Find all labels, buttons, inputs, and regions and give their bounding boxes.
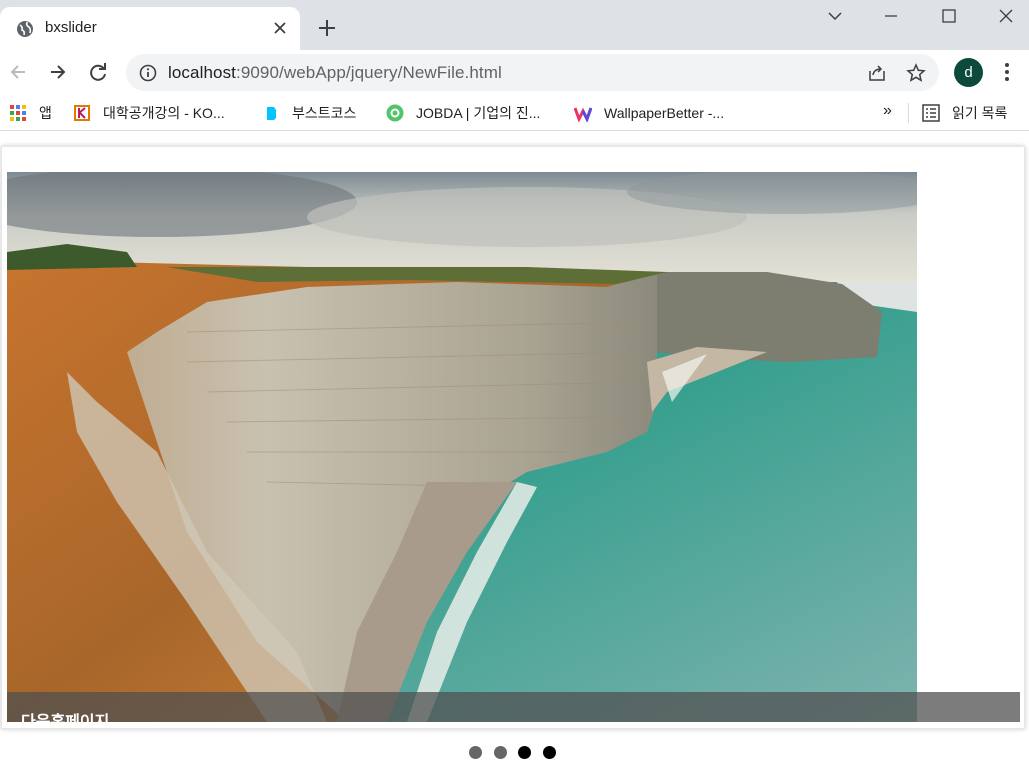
site-info-icon[interactable] <box>139 64 157 82</box>
pager-dot[interactable] <box>543 746 556 759</box>
forward-icon[interactable] <box>47 61 69 83</box>
tab-search-chevron-icon[interactable] <box>824 6 846 26</box>
share-icon[interactable] <box>867 63 887 83</box>
reading-list-button[interactable]: 읽기 목록 <box>922 103 1007 123</box>
reading-list-label: 읽기 목록 <box>952 105 1008 121</box>
bookmark-label: 앱 <box>39 105 52 121</box>
slide-caption[interactable]: 다음홈페이지 <box>21 708 109 722</box>
bookmark-apps[interactable]: 앱 <box>9 103 52 123</box>
bookmarks-overflow-button[interactable]: » <box>883 102 892 120</box>
wallpaperbetter-icon <box>574 107 592 122</box>
bookmark-star-icon[interactable] <box>906 63 926 83</box>
bookmark-jobda[interactable]: JOBDA | 기업의 진... <box>386 103 540 123</box>
back-icon[interactable] <box>7 61 29 83</box>
profile-avatar[interactable]: d <box>954 58 983 87</box>
new-tab-icon[interactable] <box>316 17 338 39</box>
browser-toolbar: localhost:9090/webApp/jquery/NewFile.htm… <box>0 50 1029 95</box>
reload-icon[interactable] <box>87 61 109 83</box>
bookmark-label: 대학공개강의 - KO... <box>103 105 225 121</box>
pager-dot[interactable] <box>518 746 531 759</box>
minimize-icon[interactable] <box>880 6 902 26</box>
bookmark-kocw[interactable]: 대학공개강의 - KO... <box>73 103 225 123</box>
close-window-icon[interactable] <box>995 6 1017 26</box>
bookmarks-divider <box>908 103 909 123</box>
pager-dot[interactable] <box>494 746 507 759</box>
jobda-icon <box>386 104 404 122</box>
bxslider-viewport: 다음홈페이지 <box>1 146 1025 729</box>
bookmarks-bar: 앱 대학공개강의 - KO... 부스트코스 JOBDA | 기업의 진... … <box>0 95 1029 131</box>
tab-title: bxslider <box>45 19 97 36</box>
maximize-icon[interactable] <box>938 6 960 26</box>
browser-tab[interactable]: bxslider <box>0 7 300 50</box>
bookmark-label: WallpaperBetter -... <box>604 105 725 121</box>
close-tab-icon[interactable] <box>270 18 290 38</box>
slider-pager <box>0 744 1029 760</box>
menu-kebab-icon[interactable] <box>999 61 1015 83</box>
slide-caption-bar: 다음홈페이지 <box>7 692 1020 722</box>
pager-dot[interactable] <box>469 746 482 759</box>
boostcourse-icon <box>267 107 276 120</box>
bookmark-wallpaperbetter[interactable]: WallpaperBetter -... <box>574 103 724 123</box>
page-content: 다음홈페이지 <box>0 132 1029 775</box>
url-text: localhost:9090/webApp/jquery/NewFile.htm… <box>168 63 502 83</box>
tab-strip: bxslider <box>0 0 1029 50</box>
url-host: localhost <box>168 63 236 82</box>
kocw-icon <box>74 105 90 121</box>
reading-list-icon <box>922 104 940 122</box>
bookmark-boostcourse[interactable]: 부스트코스 <box>262 103 356 123</box>
globe-icon <box>17 21 33 37</box>
slide-image-cliff[interactable] <box>7 172 917 722</box>
address-bar[interactable]: localhost:9090/webApp/jquery/NewFile.htm… <box>126 54 939 91</box>
bookmark-label: 부스트코스 <box>292 105 357 121</box>
apps-grid-icon <box>10 105 26 121</box>
bookmark-label: JOBDA | 기업의 진... <box>416 105 541 121</box>
url-path: :9090/webApp/jquery/NewFile.html <box>236 63 502 82</box>
